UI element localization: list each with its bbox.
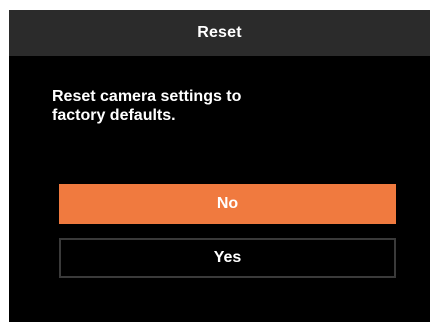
dialog-message: Reset camera settings to factory default…: [52, 88, 242, 124]
yes-button[interactable]: Yes: [59, 238, 396, 278]
no-button[interactable]: No: [59, 184, 396, 224]
reset-dialog: Reset Reset camera settings to factory d…: [9, 10, 430, 322]
screen: Reset Reset camera settings to factory d…: [0, 0, 439, 326]
dialog-title: Reset: [9, 10, 430, 56]
